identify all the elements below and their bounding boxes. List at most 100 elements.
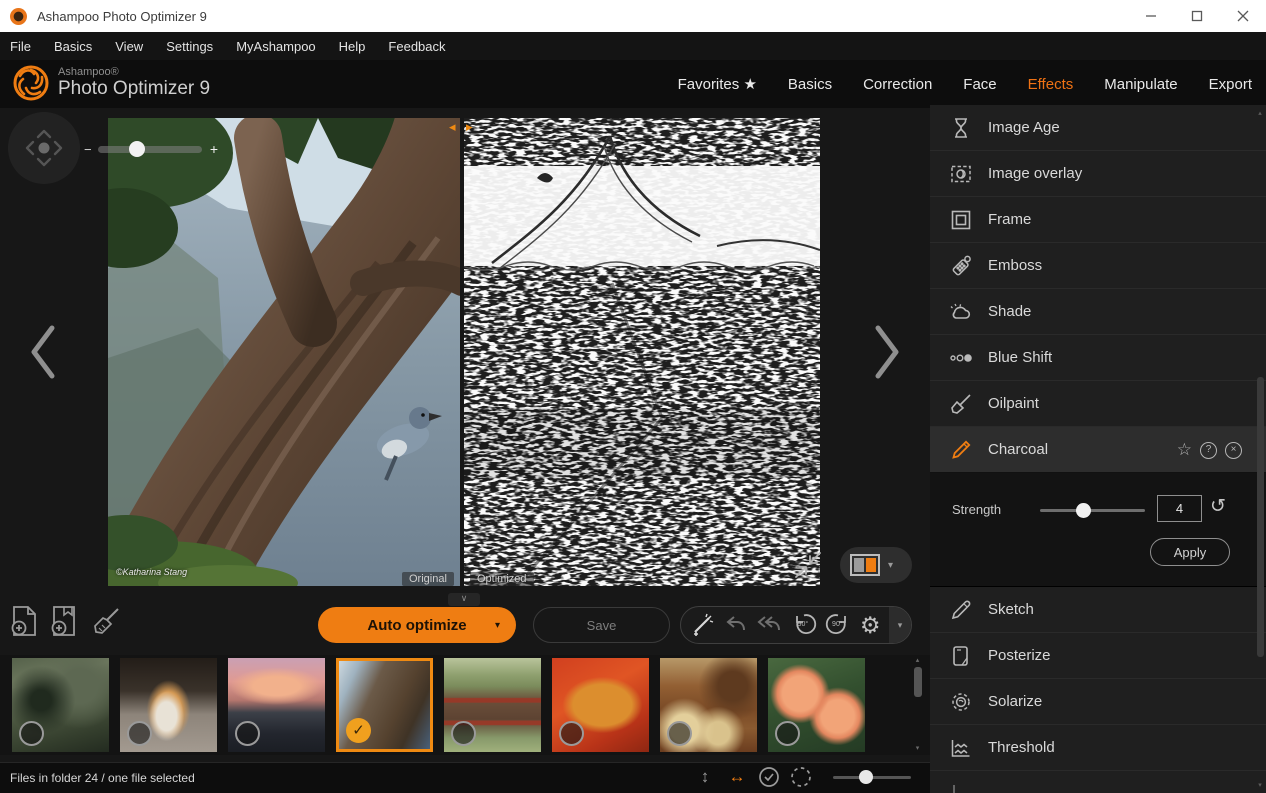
split-handle-left-icon[interactable]: ◂	[449, 120, 456, 133]
menu-feedback[interactable]: Feedback	[388, 39, 445, 54]
thumbnail-selected[interactable]: ✓	[336, 658, 433, 752]
zoom-slider[interactable]: − +	[84, 140, 218, 158]
settings-gear-button[interactable]: ⚙	[860, 613, 881, 637]
add-project-button[interactable]	[50, 606, 78, 637]
zoom-in-icon[interactable]: +	[206, 141, 218, 157]
pan-control[interactable]	[8, 112, 80, 184]
thumbnail-checkbox[interactable]	[775, 721, 800, 746]
menu-myashampoo[interactable]: MyAshampoo	[236, 39, 315, 54]
clear-list-broom-button[interactable]	[90, 607, 120, 637]
thumbnail-checkbox[interactable]	[19, 721, 44, 746]
effect-item-posterize[interactable]: Posterize	[930, 633, 1266, 679]
undo-button[interactable]	[724, 613, 748, 637]
tab-correction[interactable]: Correction	[863, 76, 932, 93]
thumbnail-checkbox[interactable]	[127, 721, 152, 746]
thumbnail[interactable]	[228, 658, 325, 752]
thumbnail[interactable]	[120, 658, 217, 752]
thumbnail[interactable]	[552, 658, 649, 752]
add-images-button[interactable]	[10, 606, 38, 637]
fit-view-button[interactable]	[792, 549, 824, 586]
scroll-down-icon[interactable]: ▾	[916, 745, 920, 753]
thumbnail-size-slider[interactable]	[833, 776, 911, 779]
previous-image-button[interactable]	[26, 323, 60, 381]
menu-view[interactable]: View	[115, 39, 143, 54]
strength-slider-track[interactable]	[1040, 509, 1145, 512]
tools-dropdown-button[interactable]: ▾	[889, 607, 911, 643]
thumbnail-checkbox[interactable]	[235, 721, 260, 746]
effect-item-emboss[interactable]: Emboss	[930, 243, 1266, 289]
auto-optimize-caret-icon[interactable]: ▾	[495, 620, 500, 631]
thumbnail[interactable]	[12, 658, 109, 752]
select-all-icon[interactable]	[758, 766, 780, 788]
tab-favorites[interactable]: Favorites ★	[678, 75, 757, 93]
sidebar-scrollbar-thumb[interactable]	[1257, 377, 1264, 657]
sidebar-scrollbar[interactable]: ▴ ▾	[1256, 107, 1264, 791]
thumbnail-checkbox[interactable]	[451, 721, 476, 746]
tab-face[interactable]: Face	[963, 76, 996, 93]
tab-basics[interactable]: Basics	[788, 76, 832, 93]
effect-item-image-age[interactable]: Image Age	[930, 105, 1266, 151]
rotate-left-button[interactable]: 90°	[791, 612, 817, 638]
thumbnail-checkbox-checked[interactable]: ✓	[346, 718, 371, 743]
thumbnail-scrollbar-thumb[interactable]	[914, 667, 922, 697]
thumbnail-scrollbar-track[interactable]	[914, 665, 922, 745]
effect-item-charcoal[interactable]: Charcoal ☆ ? ×	[930, 427, 1266, 473]
close-button[interactable]	[1220, 0, 1266, 32]
menu-file[interactable]: File	[10, 39, 31, 54]
effect-item-frame[interactable]: Frame	[930, 197, 1266, 243]
strength-value-input[interactable]	[1157, 495, 1202, 522]
tab-effects[interactable]: Effects	[1028, 76, 1074, 93]
thumbnail[interactable]	[444, 658, 541, 752]
menu-basics[interactable]: Basics	[54, 39, 92, 54]
split-handle-right-icon[interactable]: ▸	[466, 120, 473, 133]
menu-settings[interactable]: Settings	[166, 39, 213, 54]
thumbnail[interactable]	[768, 658, 865, 752]
scroll-up-icon[interactable]: ▴	[916, 657, 920, 665]
zoom-slider-handle[interactable]	[129, 141, 145, 157]
thumbnail[interactable]	[660, 658, 757, 752]
effect-item-sketch[interactable]: Sketch	[930, 587, 1266, 633]
tab-manipulate[interactable]: Manipulate	[1104, 76, 1177, 93]
flip-horizontal-icon[interactable]: ↔	[726, 767, 748, 787]
effect-item-solarize[interactable]: Solarize	[930, 679, 1266, 725]
favorite-star-icon[interactable]: ☆	[1177, 440, 1192, 460]
selection-mode-icon[interactable]	[790, 766, 812, 788]
compare-mode-caret-icon[interactable]: ▾	[888, 560, 893, 571]
effect-item-oilpaint[interactable]: Oilpaint	[930, 381, 1266, 427]
compare-mode-button[interactable]: ▾	[840, 547, 912, 583]
effect-item-shade[interactable]: Shade	[930, 289, 1266, 335]
remove-effect-icon[interactable]: ×	[1225, 442, 1242, 459]
flip-vertical-icon[interactable]: ↕	[694, 767, 716, 787]
original-photo[interactable]	[108, 118, 462, 586]
effect-item-partial[interactable]	[930, 771, 1266, 793]
strength-slider-handle[interactable]	[1076, 503, 1091, 518]
save-button[interactable]: Save	[533, 607, 670, 643]
magic-wand-button[interactable]	[689, 612, 715, 638]
auto-optimize-button[interactable]: Auto optimize ▾	[318, 607, 516, 643]
menu-help[interactable]: Help	[339, 39, 366, 54]
apply-button[interactable]: Apply	[1150, 538, 1230, 566]
zoom-out-icon[interactable]: −	[84, 142, 98, 157]
sidebar-scroll-up-icon[interactable]: ▴	[1256, 109, 1264, 117]
undo-all-button[interactable]	[756, 613, 782, 637]
split-divider[interactable]	[460, 118, 464, 586]
thumbnail-checkbox[interactable]	[667, 721, 692, 746]
thumbnail-size-slider-handle[interactable]	[859, 770, 873, 784]
effect-item-image-overlay[interactable]: Image overlay	[930, 151, 1266, 197]
effect-item-blue-shift[interactable]: Blue Shift	[930, 335, 1266, 381]
maximize-button[interactable]	[1174, 0, 1220, 32]
thumbnail-checkbox[interactable]	[559, 721, 584, 746]
next-image-button[interactable]	[870, 323, 904, 381]
effect-item-threshold[interactable]: Threshold	[930, 725, 1266, 771]
collapse-preview-button[interactable]: ∨	[448, 593, 480, 606]
optimized-photo[interactable]	[462, 118, 820, 586]
tab-export[interactable]: Export	[1209, 76, 1252, 93]
rotate-right-button[interactable]: 90°	[825, 612, 851, 638]
zoom-slider-track[interactable]	[98, 146, 202, 153]
minimize-button[interactable]	[1128, 0, 1174, 32]
thumbnail-scrollbar[interactable]: ▴ ▾	[911, 657, 924, 753]
sidebar-scroll-down-icon[interactable]: ▾	[1256, 781, 1264, 789]
reset-strength-icon[interactable]: ↺	[1210, 495, 1226, 518]
help-icon[interactable]: ?	[1200, 442, 1217, 459]
preview-split-view[interactable]	[108, 118, 820, 586]
